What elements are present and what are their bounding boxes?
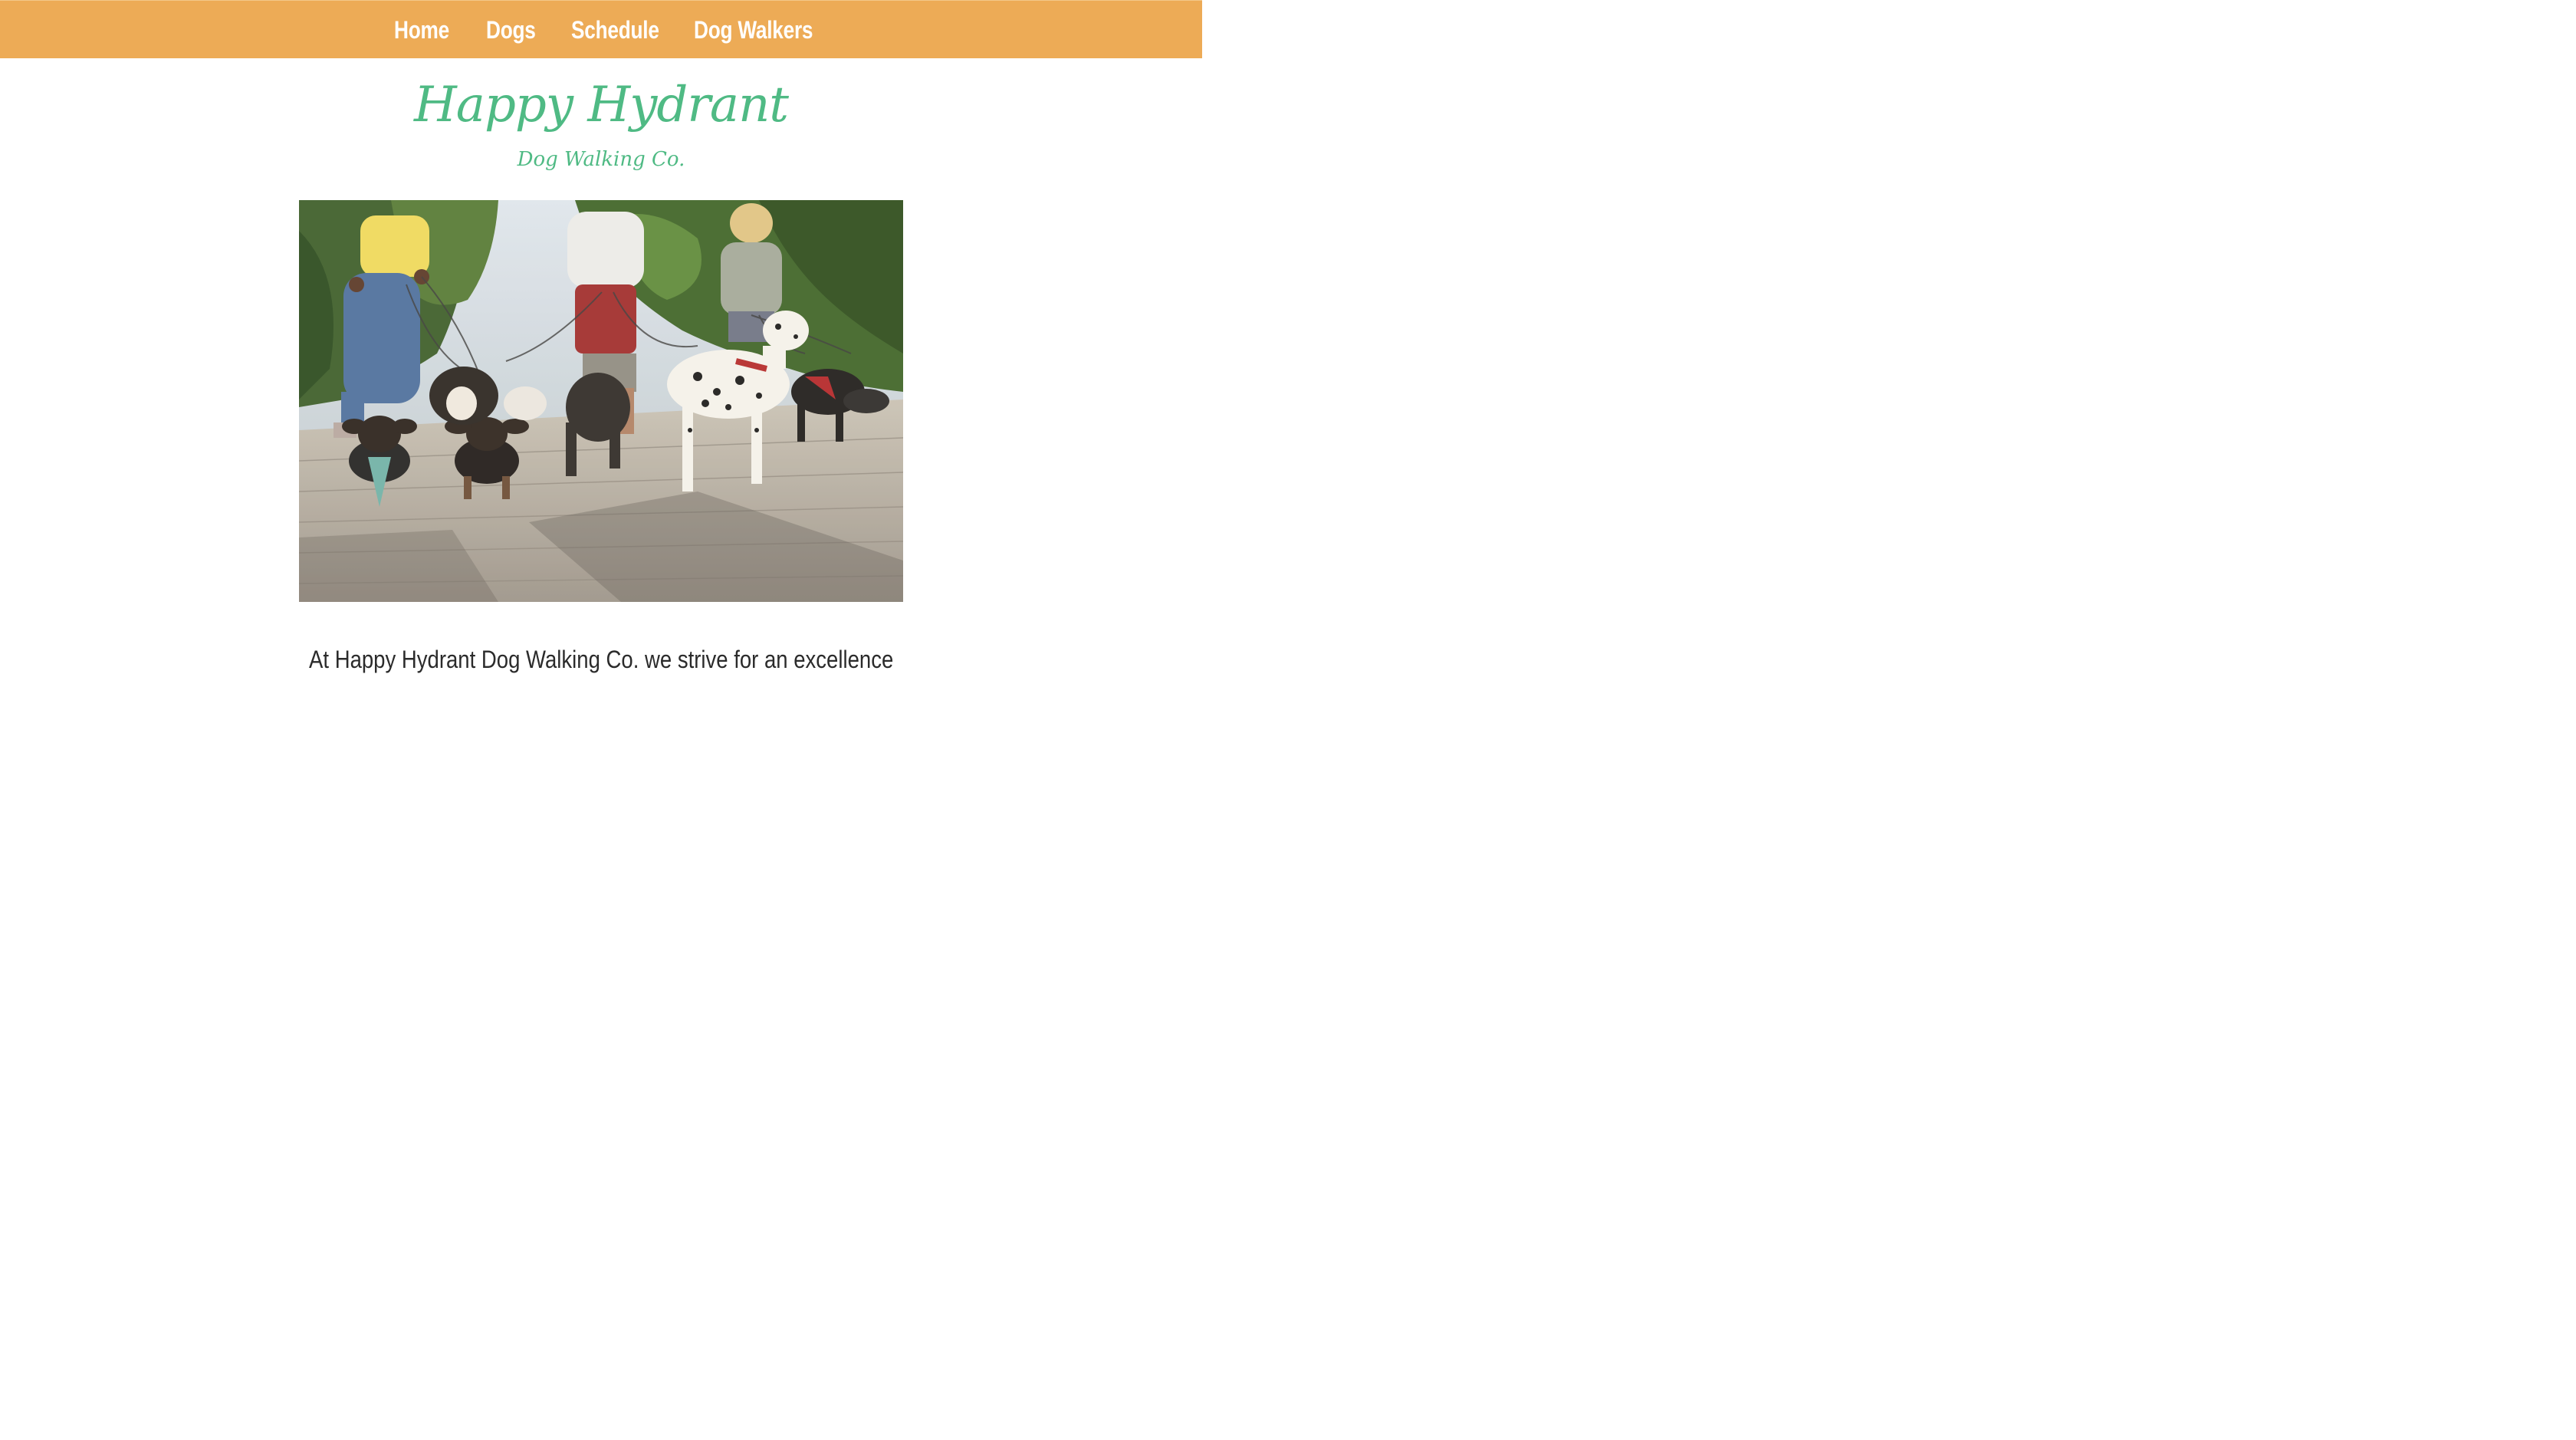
hero-photo-illustration xyxy=(299,200,903,602)
intro-text: At Happy Hydrant Dog Walking Co. we stri… xyxy=(308,646,894,673)
intro-paragraph: At Happy Hydrant Dog Walking Co. we stri… xyxy=(0,643,1202,676)
nav-link-dog-walkers[interactable]: Dog Walkers xyxy=(694,13,813,47)
nav-link-dogs[interactable]: Dogs xyxy=(486,13,536,47)
top-navigation-bar: Home Dogs Schedule Dog Walkers xyxy=(0,0,1202,58)
nav-link-home[interactable]: Home xyxy=(394,13,449,47)
hero-photo xyxy=(299,200,903,602)
nav-link-schedule[interactable]: Schedule xyxy=(571,13,659,47)
brand-subtitle: Dog Walking Co. xyxy=(517,148,685,171)
brand-title: Happy Hydrant xyxy=(413,77,789,133)
